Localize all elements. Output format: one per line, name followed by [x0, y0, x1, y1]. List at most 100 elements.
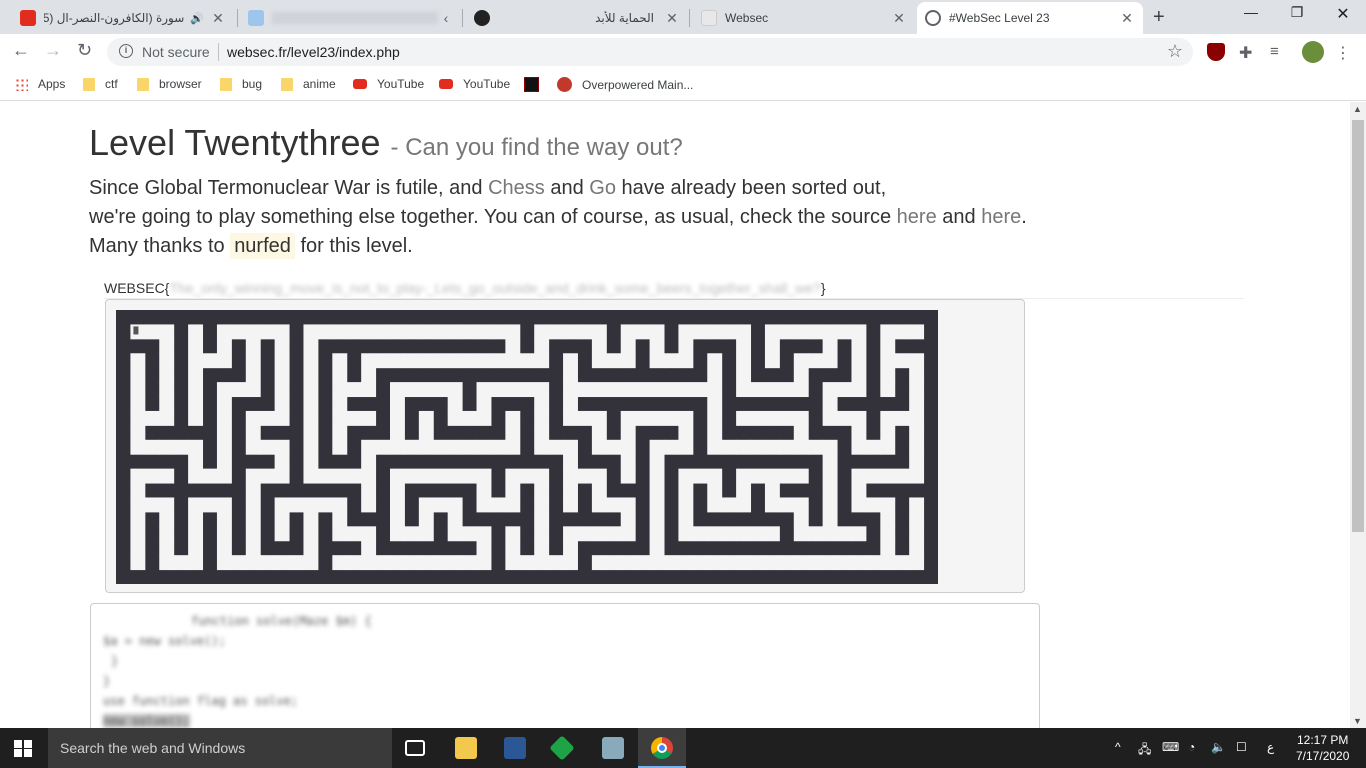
maze-path-cell [591, 526, 607, 542]
maze-path-cell [577, 468, 593, 484]
maze-path-cell [649, 353, 665, 369]
bookmark-folder-bug[interactable]: bug [220, 77, 262, 91]
avatar[interactable] [1302, 41, 1324, 63]
speaker-icon[interactable]: 🔊 [190, 12, 204, 25]
websec-icon [701, 10, 717, 26]
maze-path-cell [606, 555, 622, 571]
maze-path-cell [346, 526, 362, 542]
new-tab-button[interactable]: + [1153, 6, 1165, 29]
extensions-icon[interactable]: ✚ [1239, 43, 1257, 62]
maze-path-cell [692, 526, 708, 542]
back-icon[interactable]: ← [12, 40, 30, 61]
bookmark-folder-anime[interactable]: anime [281, 77, 336, 91]
restore-icon[interactable]: ❐ [1274, 4, 1320, 21]
maze-path-cell [159, 511, 175, 527]
maze-path-cell [822, 454, 838, 470]
scroll-thumb[interactable] [1352, 120, 1364, 532]
maze-path-cell [563, 353, 578, 369]
notifications-icon[interactable]: ☐ [1236, 740, 1247, 754]
maze-path-cell [404, 382, 420, 398]
bookmark-c[interactable] [524, 77, 549, 92]
bookmark-folder-browser[interactable]: browser [137, 77, 202, 91]
close-icon[interactable]: ✕ [891, 10, 907, 27]
maze-path-cell [909, 439, 925, 455]
maze-path-cell [692, 468, 708, 484]
maze-path-cell [447, 353, 463, 369]
chess-link[interactable]: Chess [488, 177, 545, 199]
maze-path-cell [721, 324, 737, 340]
security-label[interactable]: Not secure [142, 44, 210, 60]
info-icon[interactable]: i [119, 44, 133, 58]
close-icon[interactable]: ✕ [664, 10, 680, 27]
bookmark-youtube-2[interactable]: YouTube [439, 77, 510, 91]
bookmark-apps[interactable]: Apps [15, 77, 65, 91]
maze-path-cell [707, 382, 723, 398]
close-icon[interactable]: ✕ [210, 10, 226, 27]
address-bar[interactable]: i Not secure websec.fr/level23/index.php… [107, 38, 1193, 66]
chrome-taskbar-button[interactable] [638, 728, 686, 768]
tab-websec-level23[interactable]: #WebSec Level 23 ✕ [917, 2, 1143, 34]
tab-blurred[interactable]: ‹ [240, 2, 462, 34]
language-indicator[interactable]: ع [1267, 740, 1274, 754]
maze-path-cell [361, 353, 377, 369]
maze-path-cell [418, 468, 434, 484]
save-app-icon[interactable] [504, 737, 526, 759]
scroll-up-icon[interactable]: ▲ [1353, 104, 1362, 114]
maze-path-cell [188, 410, 204, 426]
source-link-1[interactable]: here [897, 206, 937, 228]
clock[interactable]: 12:17 PM 7/17/2020 [1296, 732, 1349, 764]
tab-websec[interactable]: Websec ✕ [693, 2, 915, 34]
network-app-icon[interactable] [602, 737, 624, 759]
windows-start-icon[interactable] [14, 740, 32, 757]
maze-path-cell [894, 468, 910, 484]
file-explorer-icon[interactable] [455, 737, 477, 759]
forward-icon[interactable]: → [44, 40, 62, 61]
maze-path-cell [664, 410, 679, 426]
tab-youtube[interactable]: سورة (الكافرون-النصر-ال (95) 🔊 ✕ [12, 2, 234, 34]
taskbar-search[interactable]: Search the web and Windows [48, 728, 392, 768]
reload-icon[interactable]: ↻ [77, 40, 92, 61]
tab-title: Websec [725, 11, 769, 25]
maze-path-cell [808, 526, 824, 542]
task-view-icon[interactable] [405, 740, 425, 756]
scroll-down-icon[interactable]: ▼ [1353, 716, 1362, 726]
wifi-icon[interactable]: ◔ [1188, 740, 1195, 754]
maze-path-cell [375, 324, 391, 340]
network-icon[interactable]: 🖧 [1138, 740, 1151, 761]
maze-path-cell [505, 468, 521, 484]
maze-path-cell [793, 410, 809, 426]
bookmark-folder-ctf[interactable]: ctf [83, 77, 118, 91]
maze-path-cell [534, 526, 550, 542]
close-icon[interactable]: ✕ [1119, 10, 1135, 27]
maze-path-cell [332, 367, 348, 383]
code-panel[interactable]: function solve(Maze $m) { $a = new solve… [90, 603, 1040, 728]
bookmark-youtube-1[interactable]: YouTube [353, 77, 424, 91]
maze-path-cell [130, 396, 146, 412]
maze-path-cell [808, 439, 824, 455]
maze-path-cell [779, 555, 795, 571]
maze-path-cell [577, 382, 593, 398]
close-window-icon[interactable]: ✕ [1320, 4, 1366, 24]
maze-path-cell [188, 353, 204, 369]
go-link[interactable]: Go [589, 177, 616, 199]
url-text[interactable]: websec.fr/level23/index.php [227, 44, 400, 60]
green-app-icon[interactable] [549, 735, 575, 761]
folder-icon [281, 77, 293, 91]
tab-title [272, 12, 438, 24]
ublock-icon[interactable] [1207, 43, 1225, 61]
chevron-up-icon[interactable]: ^ [1115, 740, 1121, 754]
bookmark-star-icon[interactable]: ☆ [1167, 41, 1183, 62]
volume-icon[interactable]: 🔈 [1211, 740, 1226, 754]
maze-path-cell [216, 454, 232, 470]
menu-icon[interactable]: ⋮ [1334, 43, 1352, 62]
vertical-scrollbar[interactable]: ▲ ▼ [1350, 102, 1366, 728]
media-icon[interactable]: ≡ [1270, 43, 1288, 61]
bookmark-overpowered[interactable]: Overpowered Main... [557, 77, 693, 92]
close-icon[interactable]: ‹ [438, 10, 454, 26]
minimize-icon[interactable]: — [1228, 4, 1274, 20]
keyboard-icon[interactable]: ⌨ [1162, 740, 1179, 754]
maze-path-cell [779, 382, 795, 398]
maze-path-cell [462, 353, 478, 369]
tab-protection[interactable]: الحماية للأبد ✕ [466, 2, 688, 34]
source-link-2[interactable]: here [981, 206, 1021, 228]
